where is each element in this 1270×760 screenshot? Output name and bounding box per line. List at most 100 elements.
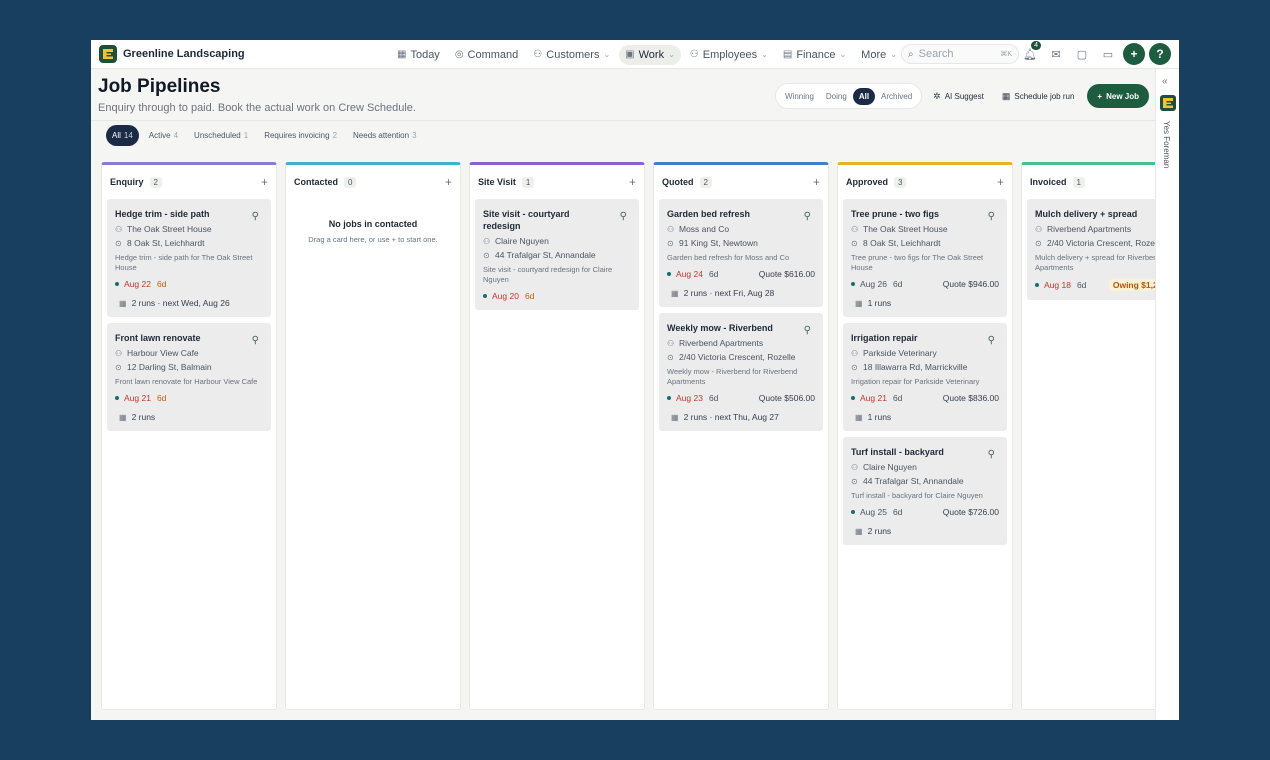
nav-work[interactable]: ▣ Work ⌄ bbox=[619, 44, 681, 65]
customer-name: Riverbend Apartments bbox=[1047, 224, 1132, 234]
nav-finance[interactable]: ▤ Finance ⌄ bbox=[777, 45, 852, 65]
nav-today[interactable]: ▦ Today bbox=[391, 45, 446, 65]
segment-all[interactable]: All bbox=[852, 87, 876, 105]
job-title: Mulch delivery + spread bbox=[1035, 209, 1138, 219]
collapse-icon[interactable]: « bbox=[1162, 76, 1168, 87]
customer-name: The Oak Street House bbox=[127, 224, 212, 234]
search-input[interactable]: ⌕ Search ⌘K bbox=[901, 44, 1019, 64]
chat-button[interactable]: ▢ bbox=[1071, 43, 1093, 65]
mail-button[interactable]: ✉ bbox=[1045, 43, 1067, 65]
nav-label: Work bbox=[638, 48, 665, 61]
assistant-logo-icon[interactable] bbox=[1160, 95, 1176, 111]
job-card[interactable]: Turf install - backyard ⚲ ⚇ Claire Nguyen… bbox=[843, 437, 1007, 545]
assistant-label[interactable]: Yes Foreman bbox=[1162, 121, 1171, 168]
due-date: Aug 22 bbox=[124, 279, 151, 289]
status-dot bbox=[115, 396, 119, 400]
add-card-button[interactable]: + bbox=[813, 175, 820, 189]
job-meta: Aug 26 6d Quote $946.00 bbox=[851, 279, 999, 289]
filter-needs-attention[interactable]: Needs attention 3 bbox=[347, 125, 423, 146]
pin-icon[interactable]: ⚲ bbox=[988, 449, 995, 460]
person-icon: ⚇ bbox=[115, 348, 123, 358]
add-card-button[interactable]: + bbox=[629, 175, 636, 189]
customer-name: Parkside Veterinary bbox=[863, 348, 937, 358]
nav-command[interactable]: ◎ Command bbox=[449, 45, 524, 65]
add-card-button[interactable]: + bbox=[997, 175, 1004, 189]
segment-doing[interactable]: Doing bbox=[820, 88, 853, 105]
job-description: Irrigation repair for Parkside Veterinar… bbox=[851, 377, 980, 386]
job-card[interactable]: Weekly mow - Riverbend ⚲ ⚇ Riverbend Apar… bbox=[659, 313, 823, 431]
archive-button[interactable]: ▭ bbox=[1097, 43, 1119, 65]
job-card[interactable]: Hedge trim - side path ⚲ ⚇ The Oak Street… bbox=[107, 199, 271, 317]
age: 6d bbox=[892, 507, 903, 517]
customer-row: ⚇ Parkside Veterinary bbox=[851, 348, 999, 358]
job-title: Irrigation repair bbox=[851, 333, 918, 343]
job-description: Mulch delivery + spread for Riverbend Ap… bbox=[1035, 253, 1155, 272]
filter-requires-invoicing[interactable]: Requires invoicing 2 bbox=[258, 125, 343, 146]
nav-customers[interactable]: ⚇ Customers ⌄ bbox=[527, 45, 616, 65]
pin-icon[interactable]: ⚲ bbox=[252, 211, 259, 222]
customer-name: Harbour View Cafe bbox=[127, 348, 199, 358]
column-title: Enquiry bbox=[110, 177, 144, 187]
add-card-button[interactable]: + bbox=[445, 175, 452, 189]
job-card[interactable]: Garden bed refresh ⚲ ⚇ Moss and Co ⊙ 91 Ki… bbox=[659, 199, 823, 307]
pin-icon[interactable]: ⚲ bbox=[252, 335, 259, 346]
job-description: Garden bed refresh for Moss and Co bbox=[667, 253, 790, 262]
ai-suggest-button[interactable]: ✲ AI Suggest bbox=[926, 84, 991, 108]
brand[interactable]: Greenline Landscaping bbox=[99, 45, 245, 63]
filter-unscheduled[interactable]: Unscheduled 1 bbox=[188, 125, 254, 146]
runs-row: ▦ 2 runs · next Wed, Aug 26 bbox=[115, 298, 263, 308]
segment-archived[interactable]: Archived bbox=[875, 88, 918, 105]
pin-icon[interactable]: ⚲ bbox=[804, 211, 811, 222]
archive-icon: ▭ bbox=[1102, 48, 1114, 61]
filter-active[interactable]: Active 4 bbox=[143, 125, 184, 146]
person-icon: ⚇ bbox=[851, 348, 859, 358]
person-icon: ⚇ bbox=[851, 224, 859, 234]
kanban-board: Enquiry 2 + Hedge trim - side path ⚲ ⚇ Th… bbox=[101, 162, 1155, 710]
job-card[interactable]: Site visit - courtyard redesign ⚲ ⚇ Clair… bbox=[475, 199, 639, 310]
job-description: Weekly mow - Riverbend for Riverbend Apa… bbox=[667, 367, 798, 386]
pin-icon[interactable]: ⚲ bbox=[988, 335, 995, 346]
calendar-icon: ▦ bbox=[1001, 90, 1011, 101]
chevron-down-icon: ⌄ bbox=[890, 50, 897, 59]
nav-more[interactable]: More ⌄ bbox=[855, 45, 903, 65]
segment-winning[interactable]: Winning bbox=[779, 88, 820, 105]
job-card[interactable]: Front lawn renovate ⚲ ⚇ Harbour View Cafe… bbox=[107, 323, 271, 431]
customer-name: The Oak Street House bbox=[863, 224, 948, 234]
runs-text: 2 runs · next Wed, Aug 26 bbox=[131, 298, 230, 308]
address-row: ⊙ 44 Trafalgar St, Annandale bbox=[483, 250, 631, 260]
status-dot bbox=[483, 294, 487, 298]
address: 91 King St, Newtown bbox=[679, 238, 758, 248]
runs-row: ▦ 2 runs · next Fri, Aug 28 bbox=[667, 288, 815, 298]
search-shortcut: ⌘K bbox=[1000, 51, 1012, 58]
address-row: ⊙ 2/40 Victoria Crescent, Rozelle bbox=[667, 352, 815, 362]
column-count: 2 bbox=[149, 176, 162, 188]
job-card[interactable]: Tree prune - two figs ⚲ ⚇ The Oak Street … bbox=[843, 199, 1007, 317]
filter-all[interactable]: All 14 bbox=[106, 125, 139, 146]
job-meta: Aug 21 6d bbox=[115, 393, 263, 403]
pin-icon[interactable]: ⚲ bbox=[804, 325, 811, 336]
customer-row: ⚇ The Oak Street House bbox=[115, 224, 263, 234]
quick-add-button[interactable]: + bbox=[1123, 43, 1145, 65]
search-icon: ⌕ bbox=[908, 48, 914, 60]
help-button[interactable]: ? bbox=[1149, 43, 1171, 65]
job-card[interactable]: Mulch delivery + spread ⚲ ⚇Riverbend Apa… bbox=[1027, 199, 1155, 300]
filter-label: Active bbox=[148, 131, 171, 140]
new-job-button[interactable]: + New Job bbox=[1087, 84, 1149, 108]
address: 8 Oak St, Leichhardt bbox=[863, 238, 941, 248]
add-card-button[interactable]: + bbox=[261, 175, 268, 189]
calendar-icon: ▦ bbox=[671, 288, 679, 298]
page-subtitle: Enquiry through to paid. Book the actual… bbox=[98, 102, 416, 114]
logo-icon bbox=[99, 45, 117, 63]
bell-button[interactable]: 🔔︎ 4 bbox=[1019, 41, 1041, 65]
pin-icon[interactable]: ⚲ bbox=[988, 211, 995, 222]
nav-employees[interactable]: ⚇ Employees ⌄ bbox=[684, 45, 774, 65]
pin-icon[interactable]: ⚲ bbox=[620, 211, 627, 222]
nav-label: Customers bbox=[546, 48, 600, 61]
job-title: Site visit - courtyard redesign bbox=[483, 209, 570, 231]
column-header: Quoted 2 + bbox=[654, 165, 828, 199]
calendar-icon: ▦ bbox=[671, 412, 679, 422]
job-card[interactable]: Irrigation repair ⚲ ⚇ Parkside Veterinary… bbox=[843, 323, 1007, 431]
column-title: Quoted bbox=[662, 177, 694, 187]
schedule-run-button[interactable]: ▦ Schedule job run bbox=[995, 84, 1082, 108]
page-title: Job Pipelines bbox=[98, 76, 221, 97]
